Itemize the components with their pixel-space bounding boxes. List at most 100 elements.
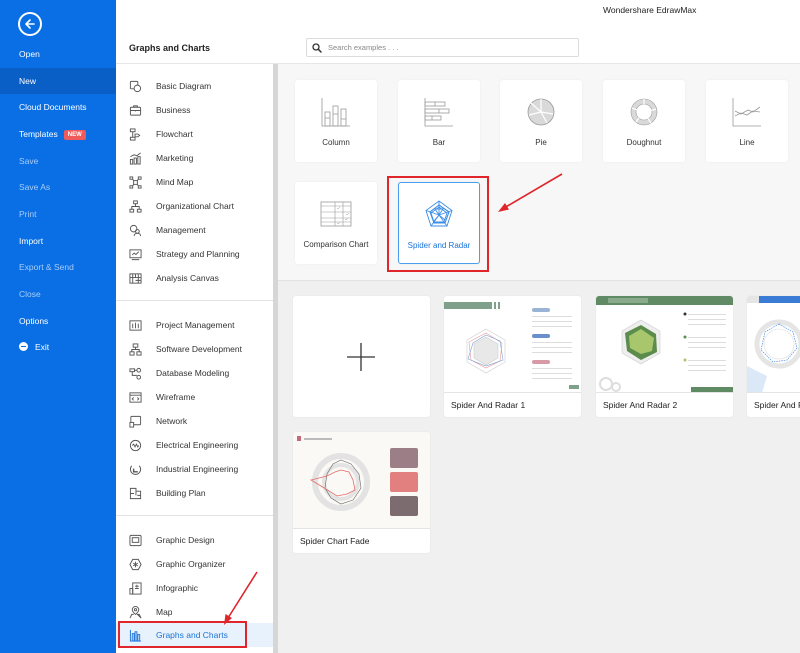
category-label: Management [156, 225, 206, 235]
nav-item-label: Cloud Documents [19, 102, 87, 112]
hierarchy-icon [128, 342, 142, 356]
briefcase-icon [128, 103, 142, 117]
category-electrical-engineering[interactable]: Electrical Engineering [116, 433, 273, 457]
template-name: Spider And Radar 1 [451, 400, 526, 410]
category-label: Strategy and Planning [156, 249, 240, 259]
divider [116, 300, 273, 301]
category-label: Database Modeling [156, 368, 230, 378]
chart-type-column[interactable]: Column [295, 80, 377, 162]
chart-type-comparison-chart[interactable]: Comparison Chart [295, 182, 377, 264]
flowchart-icon [128, 127, 142, 141]
chart-type-pie[interactable]: Pie [500, 80, 582, 162]
category-building-plan[interactable]: Building Plan [116, 481, 273, 505]
category-label: Wireframe [156, 392, 196, 402]
category-label: Infographic [156, 583, 199, 593]
template-card-spider-and-radar-3[interactable]: Spider And Radar 3 [747, 296, 800, 417]
category-label: Graphic Organizer [156, 559, 226, 569]
category-database-modeling[interactable]: Database Modeling [116, 361, 273, 385]
doughnut-chart-icon [627, 96, 661, 128]
category-analysis-canvas[interactable]: Analysis Canvas [116, 266, 273, 290]
category-map[interactable]: Map [116, 600, 273, 624]
category-basic-diagram[interactable]: Basic Diagram [116, 74, 273, 98]
category-project-management[interactable]: Project Management [116, 313, 273, 337]
code-window-icon [128, 390, 142, 404]
column-chart-icon [128, 628, 142, 642]
category-management[interactable]: Management [116, 218, 273, 242]
category-graphs-and-charts[interactable]: Graphs and Charts [116, 623, 273, 647]
category-infographic[interactable]: Infographic [116, 576, 273, 600]
content-area: Column Bar Pie Doughnut Line Comparison … [278, 64, 800, 653]
chart-type-label: Doughnut [626, 138, 662, 147]
nav-item-new[interactable]: New [0, 68, 116, 94]
shapes-icon [128, 79, 142, 93]
category-label: Software Development [156, 344, 242, 354]
nav-item-print[interactable]: Print [0, 201, 116, 227]
category-label: Building Plan [156, 488, 206, 498]
category-label: Project Management [156, 320, 235, 330]
map-pin-icon [128, 605, 142, 619]
infographic-icon [128, 581, 142, 595]
chart-type-doughnut[interactable]: Doughnut [603, 80, 685, 162]
category-software-development[interactable]: Software Development [116, 337, 273, 361]
blank-template-card[interactable] [293, 296, 430, 417]
chart-type-line[interactable]: Line [706, 80, 788, 162]
image-frame-icon [128, 533, 142, 547]
template-thumbnail [596, 296, 733, 393]
template-card-spider-chart-fade[interactable]: Spider Chart Fade [293, 432, 430, 553]
nav-item-save-as[interactable]: Save As [0, 174, 116, 200]
category-wireframe[interactable]: Wireframe [116, 385, 273, 409]
category-strategy-planning[interactable]: Strategy and Planning [116, 242, 273, 266]
nav-item-options[interactable]: Options [0, 308, 116, 334]
file-menu-sidebar: Open New Cloud Documents Templates NEW Sa… [0, 0, 116, 653]
category-industrial-engineering[interactable]: Industrial Engineering [116, 457, 273, 481]
nav-item-label: Import [19, 236, 44, 246]
category-business[interactable]: Business [116, 98, 273, 122]
nav-item-label: New [19, 76, 37, 86]
nav-item-open[interactable]: Open [0, 41, 116, 67]
new-badge: NEW [63, 130, 86, 140]
pie-chart-icon [524, 96, 558, 128]
nav-item-cloud-documents[interactable]: Cloud Documents [0, 94, 116, 120]
category-label: Graphs and Charts [156, 630, 228, 640]
line-chart-icon [730, 96, 764, 128]
bar-chart-icon [422, 96, 456, 128]
bar-growth-icon [128, 151, 142, 165]
search-input[interactable] [328, 43, 568, 52]
template-card-spider-and-radar-1[interactable]: Spider And Radar 1 [444, 296, 581, 417]
template-name: Spider Chart Fade [300, 536, 370, 546]
category-network[interactable]: Network [116, 409, 273, 433]
chart-type-label: Line [739, 138, 755, 147]
nav-item-label: Options [19, 316, 49, 326]
category-label: Industrial Engineering [156, 464, 239, 474]
plus-icon [347, 343, 375, 371]
category-organizational-chart[interactable]: Organizational Chart [116, 194, 273, 218]
template-card-spider-and-radar-2[interactable]: Spider And Radar 2 [596, 296, 733, 417]
category-graphic-organizer[interactable]: Graphic Organizer [116, 552, 273, 576]
category-marketing[interactable]: Marketing [116, 146, 273, 170]
chart-type-label: Bar [432, 138, 446, 147]
nav-item-export-send[interactable]: Export & Send [0, 254, 116, 280]
category-flowchart[interactable]: Flowchart [116, 122, 273, 146]
back-button[interactable] [18, 12, 42, 36]
nav-item-label: Exit [35, 342, 50, 352]
nav-item-save[interactable]: Save [0, 148, 116, 174]
mind-map-icon [128, 175, 142, 189]
nav-item-label: Save [19, 156, 39, 166]
category-label: Analysis Canvas [156, 273, 219, 283]
nav-item-exit[interactable]: Exit [0, 334, 116, 360]
category-label: Organizational Chart [156, 201, 234, 211]
template-thumbnail [444, 296, 581, 393]
nav-item-templates[interactable]: Templates NEW [0, 121, 116, 147]
nav-item-import[interactable]: Import [0, 228, 116, 254]
nav-item-label: Save As [19, 182, 51, 192]
category-label: Marketing [156, 153, 194, 163]
section-title: Graphs and Charts [129, 43, 211, 53]
category-graphic-design[interactable]: Graphic Design [116, 528, 273, 552]
chart-type-bar[interactable]: Bar [398, 80, 480, 162]
chart-type-spider-and-radar[interactable]: Spider and Radar [398, 182, 480, 264]
app-title: Wondershare EdrawMax [603, 5, 697, 15]
nav-item-close[interactable]: Close [0, 281, 116, 307]
search-box[interactable] [306, 38, 579, 57]
chart-type-label: Pie [535, 138, 547, 147]
category-mind-map[interactable]: Mind Map [116, 170, 273, 194]
